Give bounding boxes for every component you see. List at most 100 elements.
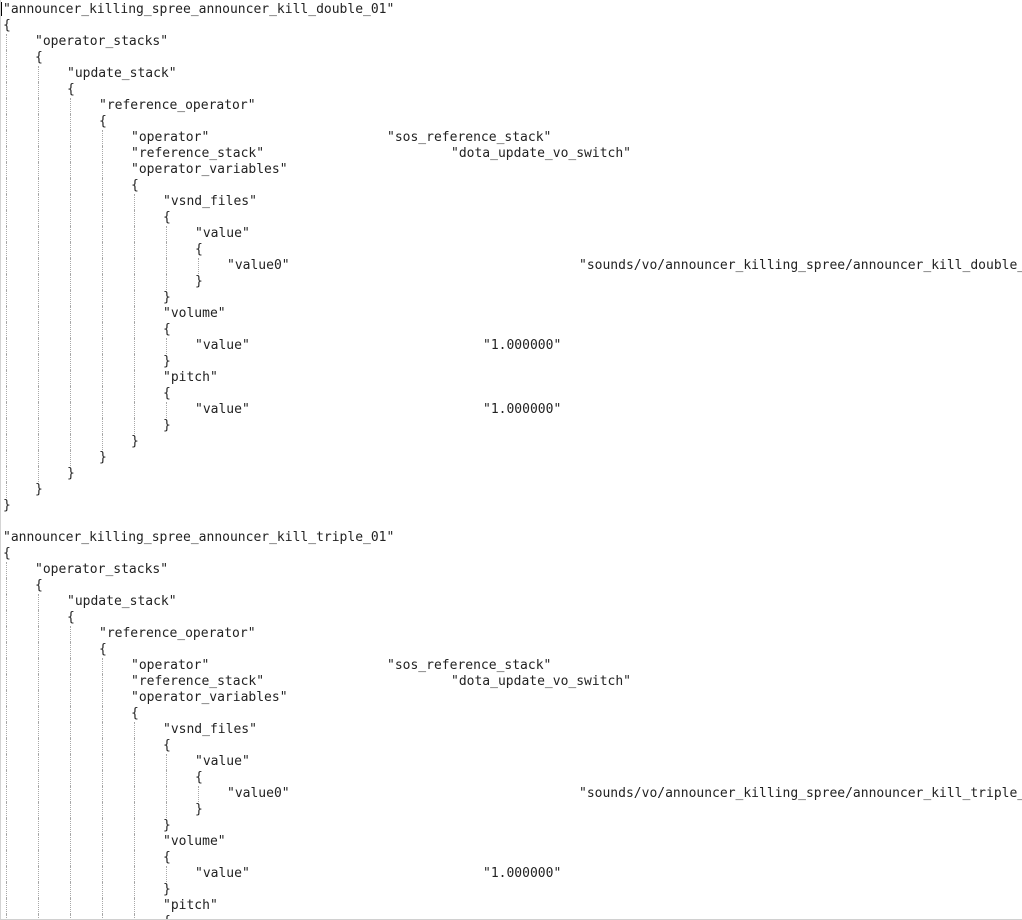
- text-editor[interactable]: "announcer_killing_spree_announcer_kill_…: [0, 0, 1022, 920]
- indent-guide: [38, 370, 39, 386]
- indent-guide: [6, 386, 7, 402]
- indent-guide: [70, 210, 71, 226]
- code-key: "operator_stacks": [35, 34, 169, 49]
- code-line[interactable]: {: [0, 82, 1022, 98]
- code-line[interactable]: "pitch": [0, 370, 1022, 386]
- indent-guide: [6, 290, 7, 306]
- code-line[interactable]: "value": [0, 226, 1022, 242]
- code-key: "value": [195, 866, 250, 881]
- code-line[interactable]: }: [0, 466, 1022, 482]
- code-line[interactable]: "vsnd_files": [0, 722, 1022, 738]
- code-line[interactable]: "volume": [0, 306, 1022, 322]
- code-line[interactable]: [0, 514, 1022, 530]
- code-key: {: [163, 738, 171, 753]
- code-key: {: [163, 210, 171, 225]
- indent-guide: [6, 338, 7, 354]
- code-line[interactable]: }: [0, 482, 1022, 498]
- indent-guide: [6, 610, 7, 626]
- code-line[interactable]: "update_stack": [0, 594, 1022, 610]
- indent-guide: [38, 226, 39, 242]
- code-line[interactable]: {: [0, 242, 1022, 258]
- indent-guide: [6, 674, 7, 690]
- code-line[interactable]: {: [0, 386, 1022, 402]
- code-line[interactable]: "operator" "sos_reference_stack": [0, 658, 1022, 674]
- code-line[interactable]: "announcer_killing_spree_announcer_kill_…: [0, 2, 1022, 18]
- indent-guide: [38, 898, 39, 914]
- code-line[interactable]: {: [0, 322, 1022, 338]
- code-line[interactable]: "operator_variables": [0, 162, 1022, 178]
- indent-guide: [102, 866, 103, 882]
- code-line[interactable]: "operator_stacks": [0, 34, 1022, 50]
- indent-guide: [134, 402, 135, 418]
- indent-guide: [6, 66, 7, 82]
- code-line[interactable]: {: [0, 770, 1022, 786]
- code-line[interactable]: {: [0, 114, 1022, 130]
- code-line[interactable]: "value" "1.000000": [0, 866, 1022, 882]
- code-line[interactable]: {: [0, 210, 1022, 226]
- code-line[interactable]: "operator" "sos_reference_stack": [0, 130, 1022, 146]
- code-line[interactable]: "reference_stack" "dota_update_vo_switch": [0, 674, 1022, 690]
- indent-guide: [70, 834, 71, 850]
- indent-guide: [102, 834, 103, 850]
- indent-guide: [70, 642, 71, 658]
- code-line[interactable]: {: [0, 850, 1022, 866]
- indent-guide: [70, 386, 71, 402]
- indent-guide: [38, 386, 39, 402]
- code-line[interactable]: }: [0, 274, 1022, 290]
- indent-guide: [70, 434, 71, 450]
- code-line[interactable]: "operator_stacks": [0, 562, 1022, 578]
- code-line[interactable]: }: [0, 802, 1022, 818]
- indent-guide: [6, 418, 7, 434]
- indent-guide: [166, 786, 167, 802]
- indent-guide: [6, 34, 7, 50]
- indent-guide: [38, 306, 39, 322]
- indent-guide: [70, 290, 71, 306]
- code-line[interactable]: {: [0, 738, 1022, 754]
- indent-guide: [38, 610, 39, 626]
- code-line[interactable]: "reference_operator": [0, 98, 1022, 114]
- code-value: "1.000000": [483, 866, 562, 881]
- code-line[interactable]: }: [0, 498, 1022, 514]
- code-line[interactable]: "announcer_killing_spree_announcer_kill_…: [0, 530, 1022, 546]
- code-key: "update_stack": [67, 66, 177, 81]
- code-value: "sounds/vo/announcer_killing_spree/annou…: [579, 258, 1022, 273]
- indent-guide: [38, 354, 39, 370]
- code-line[interactable]: }: [0, 290, 1022, 306]
- code-line[interactable]: }: [0, 882, 1022, 898]
- code-line[interactable]: {: [0, 706, 1022, 722]
- code-line[interactable]: "pitch": [0, 898, 1022, 914]
- indent-guide: [70, 722, 71, 738]
- code-line[interactable]: {: [0, 178, 1022, 194]
- code-line[interactable]: {: [0, 578, 1022, 594]
- code-line[interactable]: {: [0, 610, 1022, 626]
- indent-guide: [102, 306, 103, 322]
- indent-guide: [166, 402, 167, 418]
- code-line[interactable]: "volume": [0, 834, 1022, 850]
- code-line[interactable]: }: [0, 434, 1022, 450]
- code-line[interactable]: "vsnd_files": [0, 194, 1022, 210]
- code-line[interactable]: "reference_operator": [0, 626, 1022, 642]
- code-line[interactable]: }: [0, 418, 1022, 434]
- indent-guide: [70, 242, 71, 258]
- code-line[interactable]: }: [0, 450, 1022, 466]
- code-line[interactable]: "value0" "sounds/vo/announcer_killing_spr…: [0, 786, 1022, 802]
- code-key: "vsnd_files": [163, 722, 257, 737]
- code-line[interactable]: {: [0, 546, 1022, 562]
- code-line[interactable]: "update_stack": [0, 66, 1022, 82]
- code-key: }: [131, 434, 139, 449]
- code-line[interactable]: }: [0, 354, 1022, 370]
- indent-guide: [70, 882, 71, 898]
- code-line[interactable]: "value" "1.000000": [0, 338, 1022, 354]
- code-line[interactable]: "value0" "sounds/vo/announcer_killing_spr…: [0, 258, 1022, 274]
- code-line[interactable]: }: [0, 818, 1022, 834]
- indent-guide: [70, 226, 71, 242]
- code-line[interactable]: "value" "1.000000": [0, 402, 1022, 418]
- indent-guide: [6, 722, 7, 738]
- code-line[interactable]: {: [0, 642, 1022, 658]
- code-line[interactable]: "operator_variables": [0, 690, 1022, 706]
- indent-guide: [70, 258, 71, 274]
- code-line[interactable]: {: [0, 18, 1022, 34]
- code-line[interactable]: "value": [0, 754, 1022, 770]
- code-line[interactable]: {: [0, 50, 1022, 66]
- code-line[interactable]: "reference_stack" "dota_update_vo_switch": [0, 146, 1022, 162]
